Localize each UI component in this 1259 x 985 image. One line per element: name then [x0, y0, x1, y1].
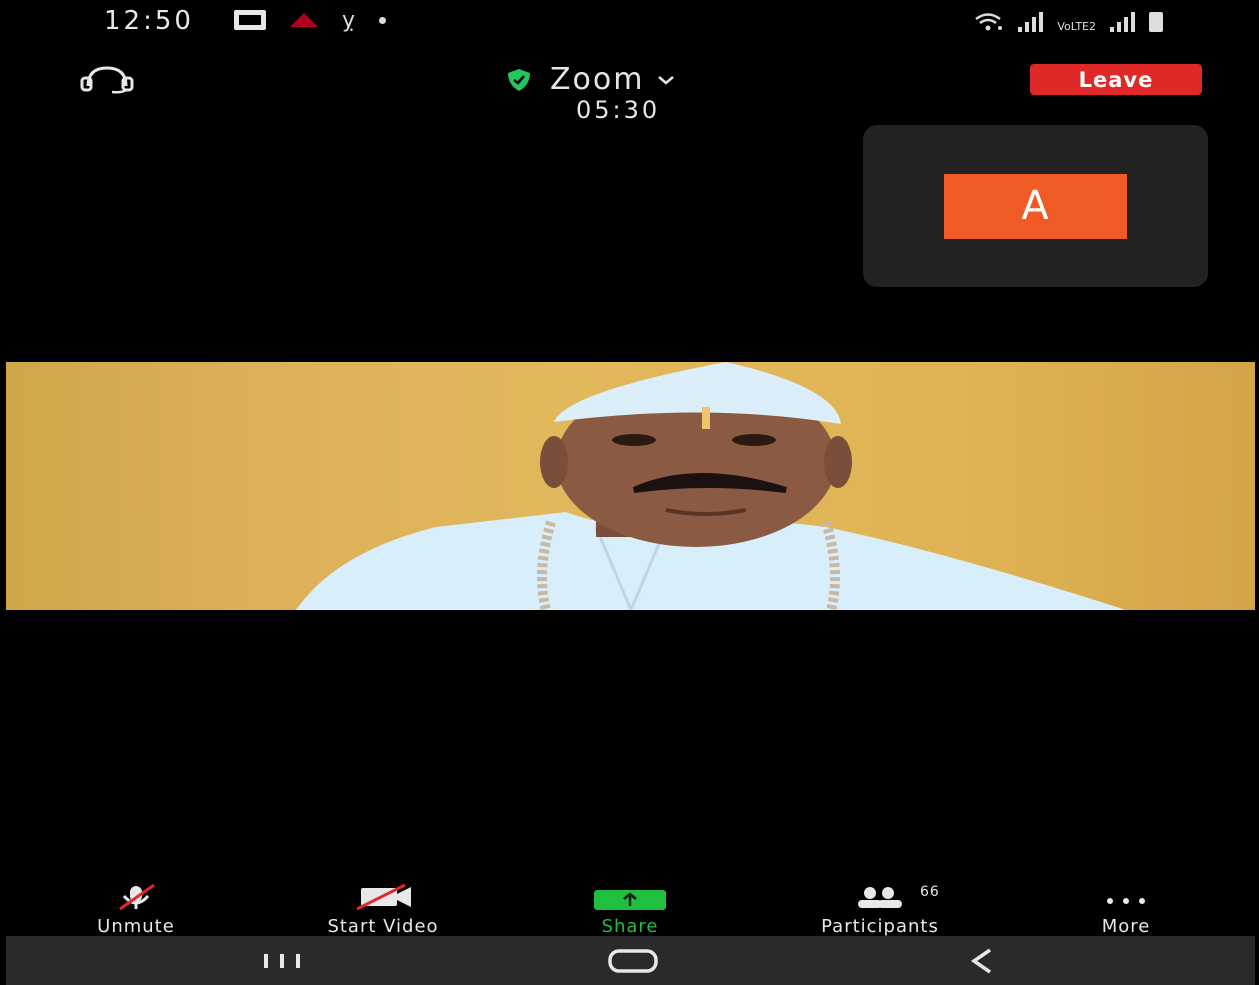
share-screen-icon: [594, 890, 666, 910]
app-notification-icon: [290, 13, 318, 27]
start-video-button[interactable]: Start Video: [288, 883, 478, 937]
share-button[interactable]: Share: [574, 884, 686, 937]
share-label: Share: [601, 916, 659, 937]
gallery-notification-icon: [234, 10, 266, 30]
participants-icon: [858, 887, 902, 908]
more-button[interactable]: More: [1076, 884, 1176, 937]
status-system-icons: VoLTE2: [974, 8, 1163, 32]
home-icon[interactable]: [598, 936, 668, 985]
unmute-button[interactable]: Unmute: [66, 883, 206, 937]
participants-label: Participants: [821, 916, 939, 937]
more-label: More: [1101, 916, 1151, 937]
video-camera-off-icon: [356, 883, 411, 911]
participants-button[interactable]: 66 Participants: [780, 884, 980, 937]
start-video-label: Start Video: [327, 916, 439, 937]
leave-button[interactable]: Leave: [1030, 64, 1202, 95]
sim-notification-icon: ỵ: [342, 7, 356, 33]
active-speaker-video[interactable]: [6, 362, 1255, 610]
back-icon[interactable]: [956, 936, 1006, 985]
status-notification-icons: ỵ: [234, 7, 387, 33]
recent-apps-icon[interactable]: [252, 936, 312, 985]
meeting-timer: 05:30: [576, 96, 661, 124]
battery-icon: [1149, 12, 1163, 32]
status-time: 12:50: [104, 6, 194, 36]
signal-2-icon: [1110, 12, 1135, 32]
meeting-toolbar: Unmute Start Video Share 66 Participants…: [6, 883, 1255, 937]
meeting-title: Zoom: [550, 62, 645, 97]
volte-label: VoLTE2: [1057, 20, 1096, 33]
more-dots-icon: [1107, 898, 1145, 904]
participants-count: 66: [920, 884, 940, 900]
chevron-down-icon: [658, 75, 675, 85]
speaker-image: [296, 362, 1126, 610]
signal-1-icon: [1018, 12, 1044, 32]
microphone-muted-icon: [119, 883, 155, 911]
shield-check-icon: [508, 68, 530, 91]
self-view-tile[interactable]: A: [863, 125, 1208, 287]
android-nav-bar: [6, 936, 1255, 985]
headset-icon[interactable]: [76, 64, 138, 94]
avatar: A: [944, 174, 1127, 239]
meeting-title-dropdown[interactable]: Zoom: [506, 62, 676, 97]
more-notifications-icon: [379, 16, 387, 24]
wifi-icon: [975, 13, 1003, 31]
status-bar: 12:50 ỵ VoLTE2: [6, 0, 1255, 42]
unmute-label: Unmute: [97, 916, 175, 937]
meeting-screen: 12:50 ỵ VoLTE2 Zoom 05:30 Leave A Unmute…: [6, 0, 1255, 985]
